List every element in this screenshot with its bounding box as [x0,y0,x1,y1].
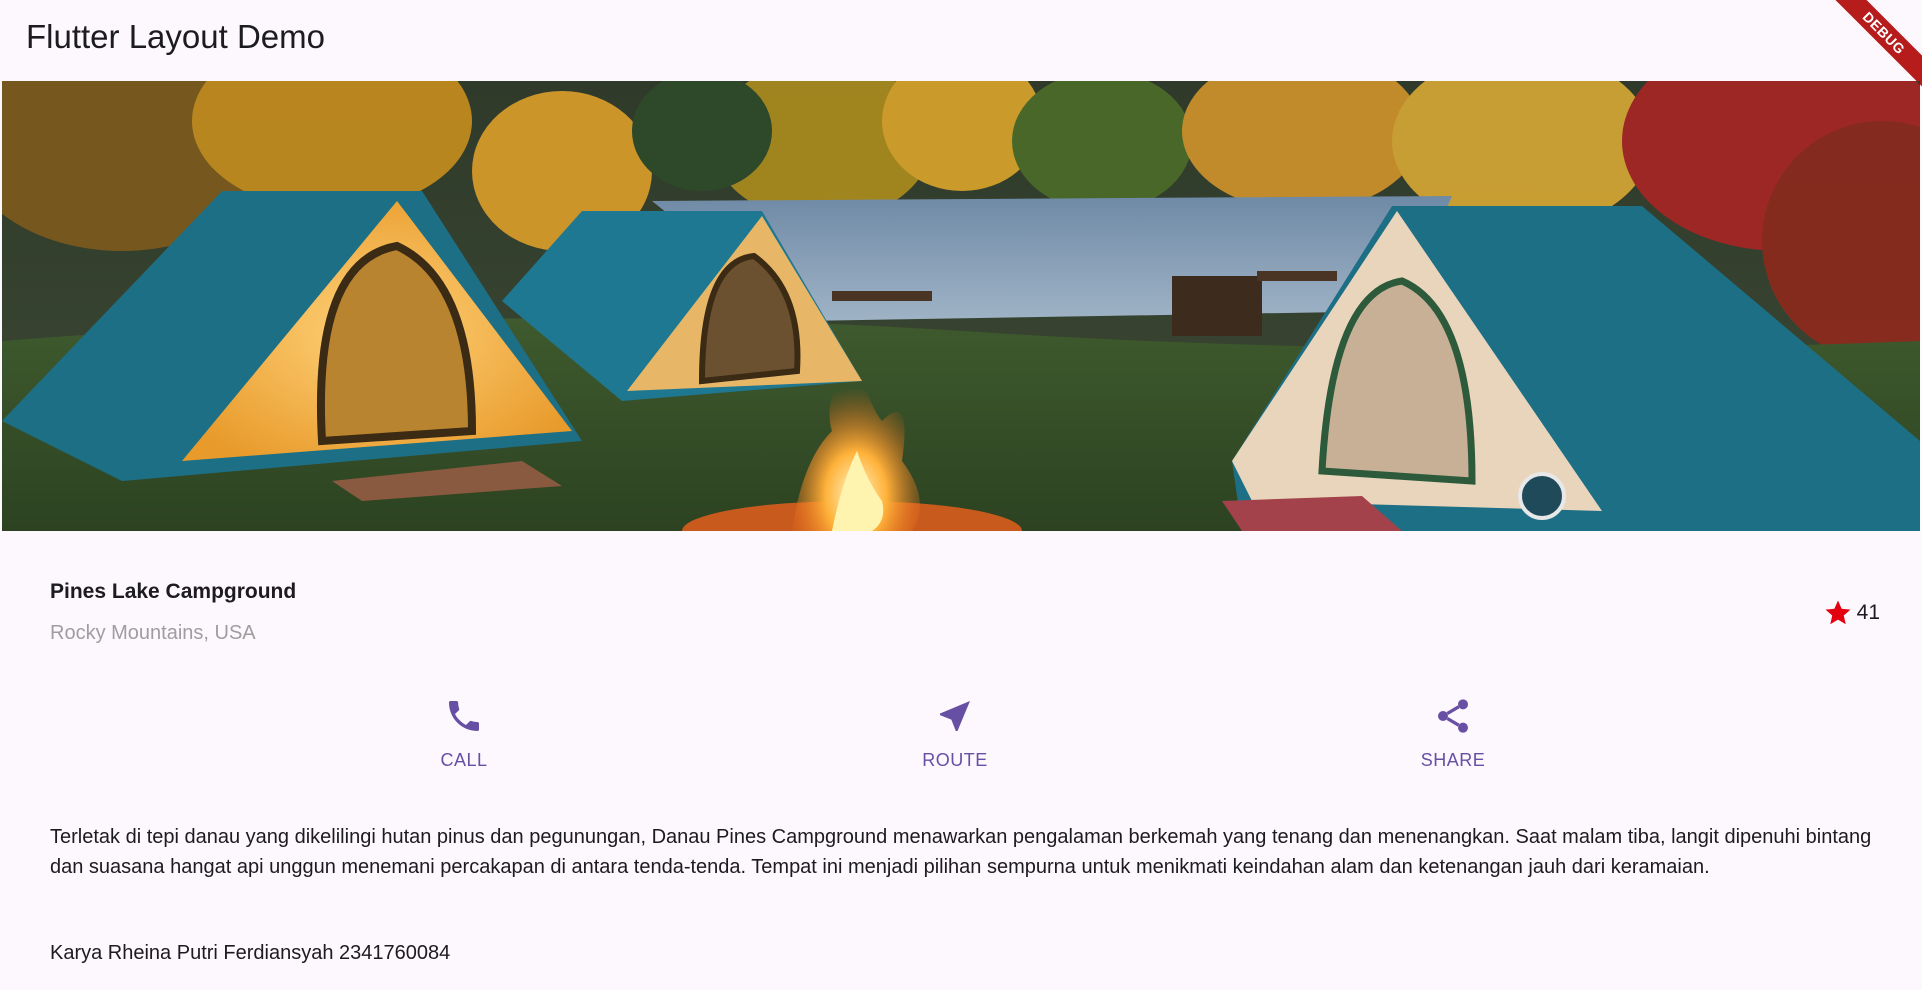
share-icon [1438,699,1468,733]
button-section: CALL ROUTE SHARE [0,696,1922,776]
place-name: Pines Lake Campground [50,580,297,603]
app-bar: Flutter Layout Demo [0,0,1922,80]
route-button[interactable]: ROUTE [885,696,1025,771]
share-button[interactable]: SHARE [1383,696,1523,771]
phone-icon [449,701,479,731]
share-label: SHARE [1420,750,1486,770]
call-button[interactable]: CALL [394,696,534,771]
app-root: Flutter Layout Demo DEBUG Pines Lake Cam… [0,0,1922,990]
description-text: Terletak di tepi danau yang dikelilingi … [50,826,1872,878]
call-label: CALL [440,750,488,770]
place-location: Rocky Mountains, USA [50,622,256,644]
star-icon [1825,600,1851,625]
title-section: Pines Lake Campground Rocky Mountains, U… [50,580,1880,650]
author-text: Karya Rheina Putri Ferdiansyah 234176008… [50,942,451,964]
rating-count: 41 [1856,601,1880,624]
navigation-icon [940,701,970,731]
rating: 41 [1823,598,1880,628]
route-label: ROUTE [922,750,988,770]
campground-photo [2,81,1920,531]
app-bar-title: Flutter Layout Demo [26,18,325,55]
hero-image [2,81,1920,531]
